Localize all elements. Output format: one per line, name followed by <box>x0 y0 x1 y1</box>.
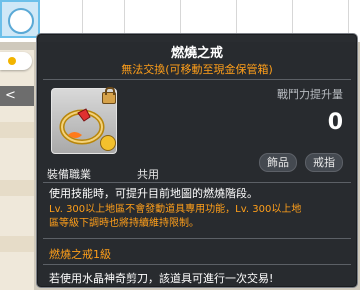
item-note-line-1: Lv. 300以上地區不會發動道具專用功能，Lv. 300以上地 <box>49 204 302 215</box>
hand-icon <box>8 8 34 34</box>
coin-icon <box>100 135 116 151</box>
item-icon-frame <box>51 87 117 154</box>
tag-accessory: 飾品 <box>259 153 297 172</box>
trade-hint: 若使用水晶神奇剪刀，該道具可進行一次交易! <box>49 272 274 285</box>
divider <box>43 238 351 239</box>
stat-label: 戰鬥力提升量 <box>277 88 343 101</box>
side-row <box>0 122 34 138</box>
quickslot-selected[interactable] <box>0 0 40 38</box>
divider <box>43 79 351 80</box>
tag-ring: 戒指 <box>305 153 343 172</box>
item-note-line-2: 區等級下調時也將持續維持限制。 <box>49 218 199 229</box>
lock-icon <box>102 87 116 104</box>
item-level: 燃燒之戒1級 <box>49 248 111 261</box>
item-tooltip: 燃燒之戒 無法交換(可移動至現金保管箱) 戰鬥力提升量 0 飾品 戒指 裝備職業… <box>36 33 358 288</box>
item-name: 燃燒之戒 <box>170 46 223 61</box>
trade-restriction: 無法交換(可移動至現金保管箱) <box>121 63 273 76</box>
tab-label: < <box>5 88 16 103</box>
side-row <box>0 180 34 196</box>
side-row <box>0 236 34 252</box>
divider <box>43 264 351 265</box>
coin-pill[interactable] <box>0 52 32 70</box>
job-value: 共用 <box>137 168 159 181</box>
side-tab[interactable]: < <box>0 86 34 106</box>
stat-value: 0 <box>327 110 343 135</box>
item-description: 使用技能時，可提升目前地圖的燃燒階段。 <box>49 187 258 200</box>
job-label: 裝備職業 <box>47 168 91 181</box>
divider <box>43 182 351 183</box>
